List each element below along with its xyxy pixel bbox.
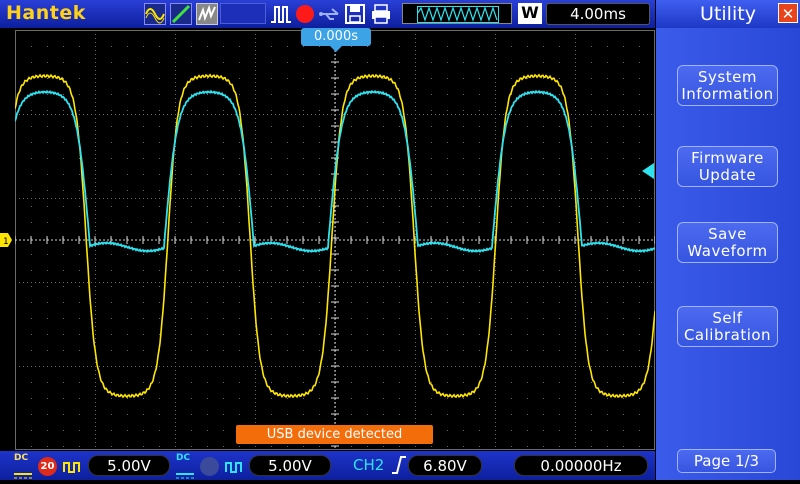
acquire-mode-indicator: W [518,3,542,24]
waveform-display [14,29,656,451]
trigger-source-label: CH2 [353,456,385,474]
trigger-edge-icon [392,455,406,479]
ch1-bw-limit-value: 20 [40,461,55,472]
trigger-frequency-readout: 0.00000Hz [514,455,648,476]
trigger-position-marker[interactable]: 0.000s [301,28,371,46]
close-icon[interactable]: ✕ [778,3,798,23]
pulse-icon [270,3,292,25]
system-information-label-1: System [698,68,757,86]
sine-wave-icon[interactable] [144,3,166,25]
ch1-probe-icon [63,458,83,477]
svg-text:1: 1 [3,237,9,247]
bottom-status-bar: DC 20 5.00V DC 5.00V CH2 6.80V 0.00000Hz [0,451,655,480]
self-calibration-button[interactable]: Self Calibration [677,306,778,347]
system-information-button[interactable]: System Information [677,65,778,106]
firmware-update-button[interactable]: Firmware Update [677,146,778,187]
brand-logo: Hantek [6,2,86,24]
waveform-grid-svg [14,29,656,451]
ch2-coupling-label: DC [176,453,191,463]
trigger-level-readout[interactable]: 6.80V [408,455,482,476]
save-waveform-label-2: Waveform [687,242,768,260]
record-icon[interactable] [294,3,316,25]
save-waveform-button[interactable]: Save Waveform [677,222,778,263]
ch1-bw-limit-badge[interactable]: 20 [38,457,57,476]
floppy-save-icon[interactable] [344,3,366,25]
ch2-scale-readout[interactable]: 5.00V [249,455,331,476]
usb-icon [318,3,340,25]
self-calibration-label-2: Calibration [683,326,772,344]
print-icon[interactable] [370,3,392,25]
ch2-coupling-icon [176,465,194,479]
ramp-icon[interactable] [170,3,192,25]
self-calibration-label-1: Self [712,309,743,327]
usb-notification: USB device detected [236,425,433,444]
firmware-update-label-1: Firmware [691,149,764,167]
ch2-bw-limit-icon[interactable] [200,457,219,476]
display-mode-box[interactable] [220,3,266,24]
ch2-probe-icon [225,458,245,477]
ch1-coupling-icon [14,465,32,479]
waveform-memory-view[interactable] [402,3,512,24]
firmware-update-label-2: Update [698,166,757,184]
top-status-bar: Hantek W 4.00ms [0,0,655,28]
ch1-coupling-label: DC [14,453,29,463]
utility-menu-panel: Utility ✕ System Information Firmware Up… [656,0,800,480]
noise-icon[interactable] [196,3,218,25]
trigger-level-arrow[interactable] [642,163,654,179]
system-information-label-2: Information [681,85,774,103]
ch1-scale-readout[interactable]: 5.00V [88,455,170,476]
timebase-readout[interactable]: 4.00ms [546,3,650,25]
trigger-position-arrow [330,46,342,52]
menu-title-text: Utility [700,3,756,25]
page-indicator-button[interactable]: Page 1/3 [677,449,776,473]
ground-marker-icon[interactable]: 1 [0,232,12,247]
save-waveform-label-1: Save [708,225,747,243]
